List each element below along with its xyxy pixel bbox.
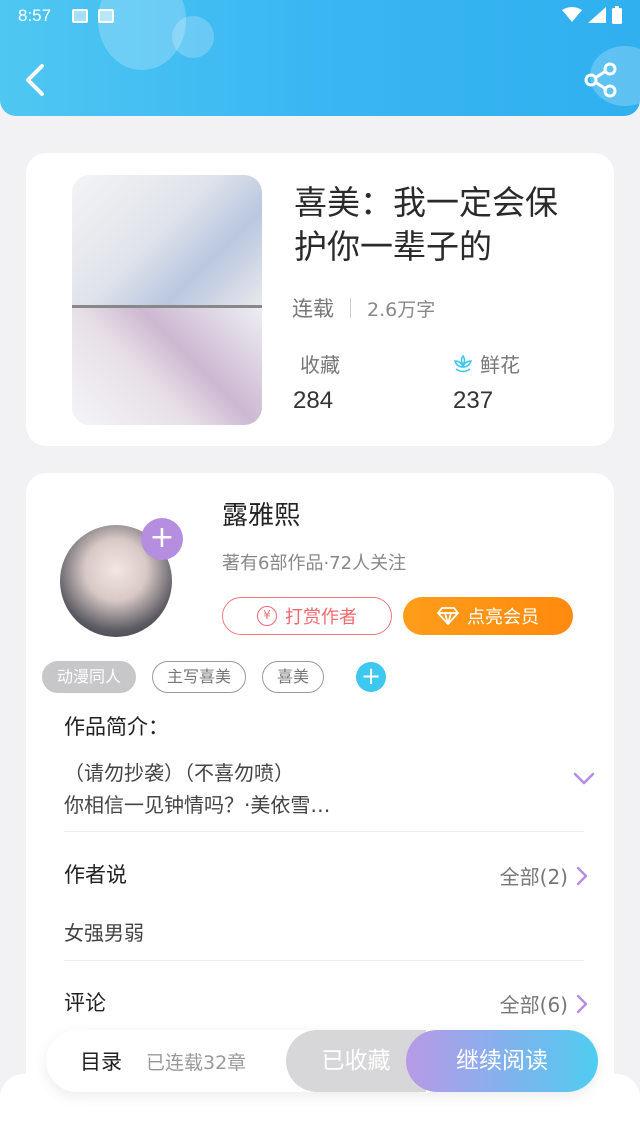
author-says-more-link[interactable]: 全部(2) bbox=[500, 861, 588, 890]
intro-line-1: （请勿抄袭）（不喜勿喷） bbox=[64, 761, 294, 785]
tag-list: 动漫同人 主写喜美 喜美 + bbox=[42, 661, 387, 693]
status-notification-icons bbox=[72, 9, 114, 23]
diamond-icon bbox=[437, 607, 459, 625]
book-info-card: 喜美：我一定会保护你一辈子的 连载 2.6万字 收藏 284 鲜花 237 bbox=[26, 153, 614, 446]
intro-line-2: 你相信一见钟情吗？·美依雪… bbox=[64, 793, 331, 817]
collected-button[interactable]: 已收藏 bbox=[286, 1030, 426, 1092]
chevron-right-icon bbox=[576, 866, 588, 885]
add-tag-plus-icon[interactable]: + bbox=[356, 662, 387, 692]
author-card: + 露雅熙 著有6部作品·72人关注 ¥ 打赏作者 点亮会员 动漫同人 主写喜美… bbox=[26, 473, 614, 1113]
tag-item[interactable]: 动漫同人 bbox=[42, 661, 137, 693]
status-bar: 8:57 bbox=[0, 0, 640, 34]
author-says-text: 女强男弱 bbox=[64, 921, 144, 945]
book-word-count: 2.6万字 bbox=[367, 298, 436, 321]
cover-panel-top bbox=[72, 175, 262, 305]
tag-item[interactable]: 喜美 bbox=[262, 661, 325, 693]
book-title: 喜美：我一定会保护你一辈子的 bbox=[294, 183, 558, 266]
share-icon[interactable] bbox=[584, 62, 618, 98]
chevron-right-icon bbox=[576, 994, 588, 1013]
reward-author-label: 打赏作者 bbox=[285, 607, 357, 628]
back-arrow-icon[interactable] bbox=[18, 60, 52, 100]
flower-icon bbox=[453, 354, 473, 372]
flowers-value: 237 bbox=[453, 387, 494, 414]
toc-button[interactable]: 目录 bbox=[80, 1046, 122, 1076]
chapter-count: 已连载32章 bbox=[146, 1052, 247, 1074]
status-system-icons bbox=[562, 6, 622, 24]
author-summary: 著有6部作品·72人关注 bbox=[222, 553, 407, 574]
flowers-stat[interactable]: 鲜花 bbox=[452, 349, 520, 378]
favorites-value: 284 bbox=[293, 387, 334, 414]
book-cover-image[interactable] bbox=[72, 175, 262, 425]
author-says-more-label: 全部(2) bbox=[499, 865, 568, 889]
yen-coin-icon: ¥ bbox=[257, 606, 277, 626]
comments-label: 评论 bbox=[64, 991, 106, 1015]
image-notification-icon bbox=[72, 9, 88, 23]
author-says-label: 作者说 bbox=[64, 863, 127, 887]
flowers-label: 鲜花 bbox=[480, 353, 520, 377]
header-bar: 8:57 bbox=[0, 0, 640, 116]
intro-label: 作品简介： bbox=[64, 715, 169, 739]
continue-reading-button[interactable]: 继续阅读 bbox=[406, 1030, 598, 1092]
tag-item[interactable]: 主写喜美 bbox=[152, 661, 247, 693]
book-meta: 连载 2.6万字 bbox=[292, 293, 435, 323]
comments-more-label: 全部(6) bbox=[499, 993, 568, 1017]
vip-button[interactable]: 点亮会员 bbox=[403, 597, 573, 635]
status-time: 8:57 bbox=[18, 6, 52, 25]
meta-divider bbox=[350, 298, 351, 318]
comments-more-link[interactable]: 全部(6) bbox=[500, 989, 588, 1018]
signal-icon bbox=[588, 7, 606, 23]
favorites-label: 收藏 bbox=[300, 353, 340, 377]
bottom-action-bar: 目录 已连载32章 已收藏 继续阅读 bbox=[46, 1030, 598, 1092]
battery-icon bbox=[612, 6, 622, 24]
author-name[interactable]: 露雅熙 bbox=[222, 495, 300, 532]
follow-author-plus-icon[interactable]: + bbox=[141, 518, 183, 560]
wifi-icon bbox=[562, 7, 582, 22]
expand-chevron-down-icon[interactable] bbox=[572, 771, 596, 787]
app-notification-icon bbox=[98, 9, 114, 23]
book-status: 连载 bbox=[292, 297, 334, 321]
cover-panel-bottom bbox=[72, 308, 262, 425]
section-divider bbox=[64, 831, 584, 832]
reward-author-button[interactable]: ¥ 打赏作者 bbox=[222, 597, 392, 635]
vip-label: 点亮会员 bbox=[467, 607, 539, 628]
section-divider bbox=[64, 960, 584, 961]
